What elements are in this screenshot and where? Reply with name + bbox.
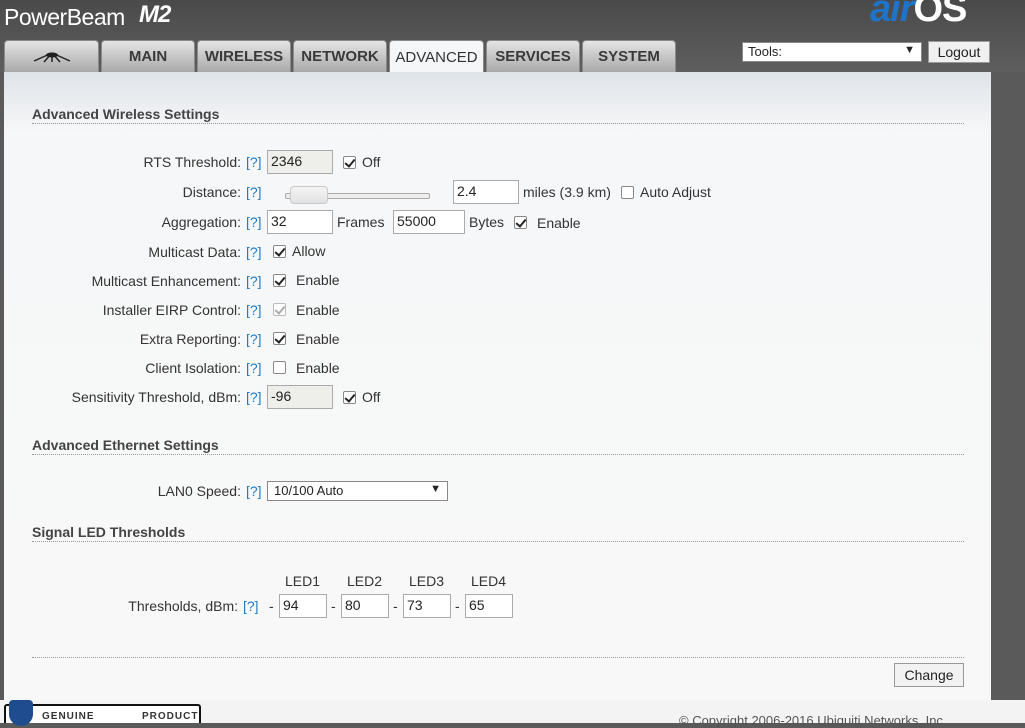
help-link-aggregation[interactable]: [?] bbox=[246, 214, 262, 230]
multicast-enhancement-label: Multicast Enhancement: bbox=[91, 273, 241, 289]
led3-threshold-input[interactable]: 73 bbox=[403, 594, 451, 618]
led1-header: LED1 bbox=[285, 573, 321, 589]
lan0-speed-label: LAN0 Speed: bbox=[157, 483, 241, 499]
airos-logo: airOS bbox=[870, 0, 967, 31]
aggregation-enable-checkbox[interactable] bbox=[514, 216, 527, 229]
aggregation-enable-label: Enable bbox=[537, 215, 581, 231]
tab-main[interactable]: MAIN bbox=[101, 40, 195, 72]
change-button[interactable]: Change bbox=[894, 663, 964, 687]
multicast-enhancement-enable-label: Enable bbox=[296, 272, 340, 288]
help-link-installer-eirp[interactable]: [?] bbox=[246, 302, 262, 318]
aggregation-label: Aggregation: bbox=[161, 214, 241, 230]
aggregation-bytes-input[interactable]: 55000 bbox=[393, 210, 465, 234]
product-text: PRODUCT bbox=[142, 711, 199, 722]
auto-adjust-label: Auto Adjust bbox=[640, 184, 711, 200]
tab-wireless[interactable]: WIRELESS bbox=[197, 40, 291, 72]
installer-eirp-checkbox[interactable] bbox=[273, 303, 286, 316]
section-divider bbox=[32, 123, 964, 124]
led4-minus: - bbox=[455, 598, 460, 614]
led-section-title: Signal LED Thresholds bbox=[32, 524, 186, 540]
rts-threshold-label: RTS Threshold: bbox=[143, 154, 241, 170]
shield-icon bbox=[9, 700, 33, 726]
distance-slider-handle[interactable] bbox=[290, 186, 328, 204]
sensitivity-threshold-input[interactable]: -96 bbox=[267, 385, 333, 409]
lan0-speed-select[interactable]: 10/100 Auto ▼ bbox=[267, 481, 448, 501]
tab-services[interactable]: SERVICES bbox=[486, 40, 580, 72]
dropdown-arrow-icon: ▼ bbox=[904, 44, 915, 56]
led2-header: LED2 bbox=[347, 573, 383, 589]
client-isolation-label: Client Isolation: bbox=[145, 360, 241, 376]
bytes-label: Bytes bbox=[469, 214, 505, 230]
help-link-multicast-enhancement[interactable]: [?] bbox=[246, 273, 262, 289]
section-divider bbox=[32, 657, 964, 658]
distance-input[interactable]: 2.4 bbox=[453, 180, 519, 204]
model-badge: M2 bbox=[139, 1, 171, 28]
logout-button[interactable]: Logout bbox=[928, 41, 990, 63]
help-link-multicast[interactable]: [?] bbox=[246, 244, 262, 260]
installer-eirp-label: Installer EIRP Control: bbox=[102, 302, 241, 318]
led1-threshold-input[interactable]: 94 bbox=[279, 594, 327, 618]
led1-minus: - bbox=[269, 598, 274, 614]
led2-threshold-input[interactable]: 80 bbox=[341, 594, 389, 618]
ethernet-section-title: Advanced Ethernet Settings bbox=[32, 437, 219, 453]
rts-off-label: Off bbox=[362, 154, 381, 170]
multicast-enhancement-checkbox[interactable] bbox=[273, 274, 286, 287]
lan0-speed-value: 10/100 Auto bbox=[274, 483, 344, 498]
auto-adjust-checkbox[interactable] bbox=[621, 186, 634, 199]
brand-logo-part-a: air bbox=[870, 0, 914, 30]
section-divider bbox=[32, 454, 964, 455]
help-link-lan0[interactable]: [?] bbox=[246, 483, 262, 499]
sensitivity-off-checkbox[interactable] bbox=[343, 391, 356, 404]
extra-reporting-checkbox[interactable] bbox=[273, 332, 286, 345]
tab-home-logo[interactable] bbox=[4, 40, 99, 72]
rts-off-checkbox[interactable] bbox=[343, 156, 356, 169]
tab-advanced[interactable]: ADVANCED bbox=[389, 40, 484, 73]
client-isolation-enable-label: Enable bbox=[296, 360, 340, 376]
help-link-distance[interactable]: [?] bbox=[246, 184, 262, 200]
help-link-thresholds[interactable]: [?] bbox=[243, 598, 259, 614]
copyright-text: © Copyright 2006-2016 Ubiquiti Networks,… bbox=[679, 713, 947, 728]
tools-dropdown-value: Tools: bbox=[748, 44, 782, 59]
tab-system[interactable]: SYSTEM bbox=[582, 40, 676, 72]
ubiquiti-logo-icon bbox=[33, 51, 70, 62]
genuine-product-badge: GENUINE PRODUCT bbox=[4, 700, 201, 726]
multicast-allow-label: Allow bbox=[292, 243, 326, 259]
help-link-extra-reporting[interactable]: [?] bbox=[246, 331, 262, 347]
multicast-allow-checkbox[interactable] bbox=[273, 245, 286, 258]
sensitivity-threshold-label: Sensitivity Threshold, dBm: bbox=[71, 389, 241, 405]
thresholds-label: Thresholds, dBm: bbox=[128, 598, 238, 614]
header-bar: PowerBeam M2 airOS MAIN WIRELESS NETWORK… bbox=[0, 0, 1025, 73]
rts-threshold-input[interactable]: 2346 bbox=[267, 150, 333, 174]
genuine-text: GENUINE bbox=[42, 711, 95, 722]
help-link-sensitivity[interactable]: [?] bbox=[246, 389, 262, 405]
led3-minus: - bbox=[393, 598, 398, 614]
tools-dropdown[interactable]: Tools: ▼ bbox=[742, 42, 922, 62]
multicast-data-label: Multicast Data: bbox=[148, 244, 241, 260]
distance-label: Distance: bbox=[182, 184, 241, 200]
brand-logo-part-b: OS bbox=[913, 0, 967, 30]
installer-eirp-enable-label: Enable bbox=[296, 302, 340, 318]
led4-header: LED4 bbox=[471, 573, 507, 589]
client-isolation-checkbox[interactable] bbox=[273, 361, 286, 374]
led4-threshold-input[interactable]: 65 bbox=[465, 594, 513, 618]
distance-unit-text: miles (3.9 km) bbox=[523, 184, 611, 200]
led2-minus: - bbox=[331, 598, 336, 614]
dropdown-arrow-icon: ▼ bbox=[430, 483, 441, 495]
aggregation-frames-input[interactable]: 32 bbox=[267, 210, 333, 234]
tab-network[interactable]: NETWORK bbox=[293, 40, 387, 72]
led3-header: LED3 bbox=[409, 573, 445, 589]
section-divider bbox=[32, 541, 964, 542]
frames-label: Frames bbox=[337, 214, 385, 230]
extra-reporting-enable-label: Enable bbox=[296, 331, 340, 347]
extra-reporting-label: Extra Reporting: bbox=[139, 331, 241, 347]
product-name: PowerBeam bbox=[4, 4, 125, 30]
wireless-section-title: Advanced Wireless Settings bbox=[32, 106, 220, 122]
help-link-client-isolation[interactable]: [?] bbox=[246, 360, 262, 376]
help-link-rts[interactable]: [?] bbox=[246, 154, 262, 170]
sensitivity-off-label: Off bbox=[362, 389, 381, 405]
